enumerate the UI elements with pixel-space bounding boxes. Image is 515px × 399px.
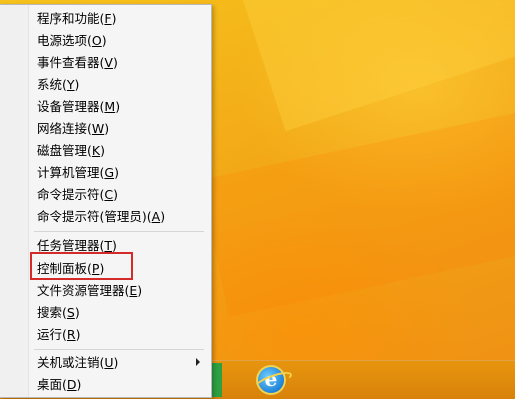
- access-key: A: [151, 209, 161, 224]
- menu-separator: [34, 231, 204, 232]
- access-key: T: [104, 238, 113, 253]
- menu-item-label-tail: ): [112, 238, 117, 253]
- menu-item-label: 运行(: [37, 327, 67, 342]
- menu-item-command-prompt-admin[interactable]: 命令提示符(管理员)(A): [37, 207, 165, 227]
- menu-item-label: 文件资源管理器(: [37, 283, 130, 298]
- menu-item-label-tail: ): [114, 165, 119, 180]
- menu-item-label: 电源选项(: [37, 33, 92, 48]
- menu-item-label: 命令提示符(: [37, 187, 105, 202]
- menu-item-system[interactable]: 系统(Y): [37, 75, 79, 95]
- access-key: W: [91, 121, 105, 136]
- menu-item-label: 关机或注销(: [37, 355, 105, 370]
- menu-item-label-tail: ): [112, 55, 118, 70]
- menu-item-label: 磁盘管理(: [37, 143, 92, 158]
- menu-item-computer-management[interactable]: 计算机管理(G): [37, 163, 119, 183]
- access-key: M: [104, 99, 116, 114]
- taskbar-ie-button[interactable]: e: [250, 363, 294, 397]
- internet-explorer-icon: e: [252, 365, 294, 395]
- access-key: S: [66, 305, 75, 320]
- menu-item-label-tail: ): [113, 187, 119, 202]
- menu-item-label-tail: ): [104, 121, 110, 136]
- submenu-arrow-icon: [196, 358, 200, 366]
- access-key: D: [66, 377, 77, 392]
- menu-item-label: 网络连接(: [37, 121, 92, 136]
- wallpaper-stripe: [230, 0, 515, 132]
- menu-separator: [34, 349, 204, 350]
- access-key: C: [104, 187, 114, 202]
- menu-item-run[interactable]: 运行(R): [37, 325, 80, 345]
- menu-item-command-prompt[interactable]: 命令提示符(C): [37, 185, 118, 205]
- quick-link-menu: 程序和功能(F) 电源选项(O) 事件查看器(V) 系统(Y) 设备管理器(M)…: [0, 4, 212, 398]
- access-key: K: [91, 143, 101, 158]
- menu-item-label: 事件查看器(: [37, 55, 105, 70]
- menu-item-label-tail: ): [111, 11, 117, 26]
- access-key: R: [66, 327, 76, 342]
- menu-item-shutdown-signout[interactable]: 关机或注销(U): [37, 353, 118, 373]
- menu-item-label: 程序和功能(: [37, 11, 105, 26]
- menu-item-label-tail: ): [113, 355, 119, 370]
- wallpaper-stripe: [200, 92, 515, 317]
- menu-item-disk-management[interactable]: 磁盘管理(K): [37, 141, 105, 161]
- access-key: U: [104, 355, 114, 370]
- menu-item-label-tail: ): [100, 143, 105, 158]
- menu-item-label-tail: ): [115, 99, 121, 114]
- menu-item-label: 计算机管理(: [37, 165, 105, 180]
- menu-item-label: 搜索(: [37, 305, 67, 320]
- menu-item-label-tail: ): [76, 377, 82, 392]
- menu-item-search[interactable]: 搜索(S): [37, 303, 80, 323]
- menu-item-label-tail: ): [74, 77, 80, 92]
- menu-item-label: 设备管理器(: [37, 99, 105, 114]
- menu-item-label: 桌面(: [37, 377, 67, 392]
- menu-item-label-tail: ): [101, 33, 107, 48]
- menu-item-label-tail: ): [160, 209, 166, 224]
- menu-item-programs-features[interactable]: 程序和功能(F): [37, 9, 116, 29]
- menu-item-label-tail: ): [137, 283, 143, 298]
- menu-item-power-options[interactable]: 电源选项(O): [37, 31, 107, 51]
- access-key: F: [104, 11, 112, 26]
- menu-item-label: 任务管理器(: [37, 238, 105, 253]
- access-key: O: [91, 33, 102, 48]
- access-key: Y: [66, 77, 75, 92]
- access-key: G: [104, 165, 115, 180]
- menu-item-label: 命令提示符(管理员)(: [37, 209, 152, 224]
- menu-item-network-connections[interactable]: 网络连接(W): [37, 119, 109, 139]
- access-key: V: [104, 55, 113, 70]
- menu-item-file-explorer[interactable]: 文件资源管理器(E): [37, 281, 142, 301]
- menu-item-desktop[interactable]: 桌面(D): [37, 375, 81, 395]
- menu-item-label: 系统(: [37, 77, 67, 92]
- control-panel-highlight-box: [30, 252, 133, 280]
- taskbar-app-button[interactable]: [212, 363, 222, 397]
- menu-item-label-tail: ): [74, 305, 80, 320]
- menu-item-device-manager[interactable]: 设备管理器(M): [37, 97, 120, 117]
- menu-item-label-tail: ): [75, 327, 81, 342]
- menu-item-event-viewer[interactable]: 事件查看器(V): [37, 53, 118, 73]
